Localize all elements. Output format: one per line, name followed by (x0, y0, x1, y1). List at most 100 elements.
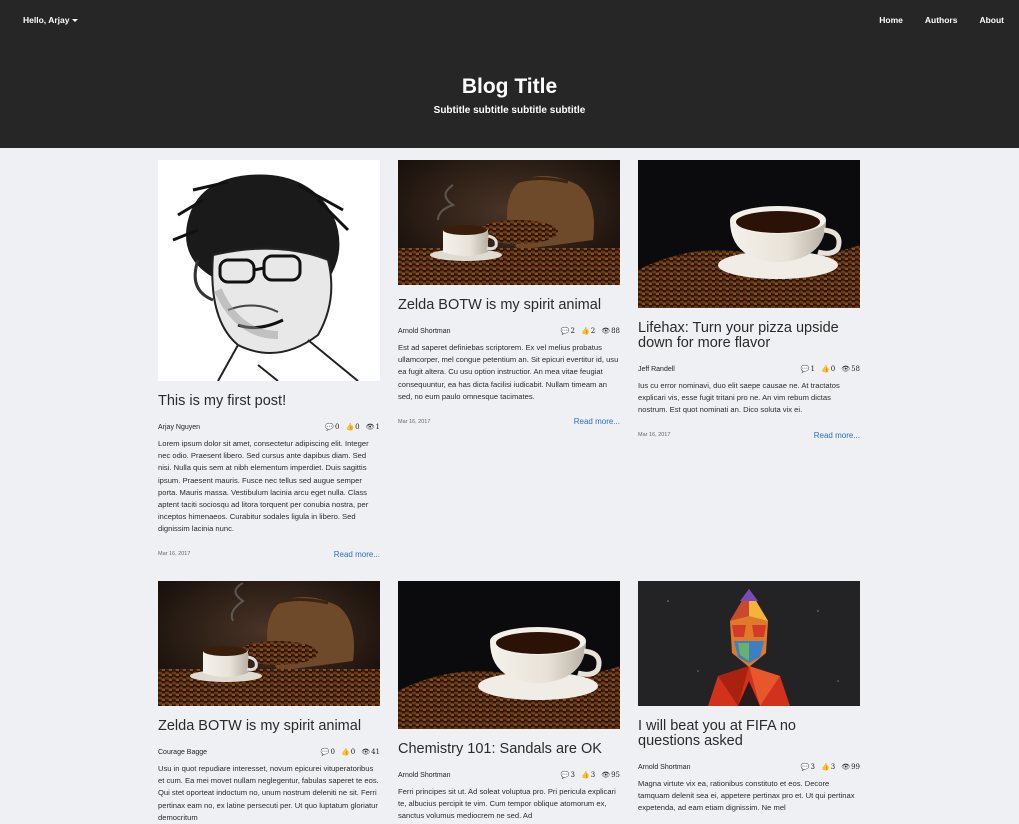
comment-count: 3 (570, 771, 575, 779)
post-thumbnail[interactable] (638, 581, 860, 706)
post-title[interactable]: Chemistry 101: Sandals are OK (398, 742, 620, 757)
post-excerpt: Ferri principes sit ut. Ad soleat volupt… (398, 787, 616, 821)
blog-subtitle: Subtitle subtitle subtitle subtitle (433, 105, 586, 116)
thumbs-up-icon: 👍 (821, 763, 830, 771)
blog-title: Blog Title (461, 75, 558, 98)
thumbs-up-icon: 👍 (345, 423, 355, 431)
eye-icon: 👁 (841, 365, 851, 373)
view-count: 88 (611, 327, 620, 335)
post-excerpt: Lorem ipsum dolor sit amet, consectetur … (158, 439, 369, 534)
top-nav: Home Authors About (857, 15, 1004, 25)
like-count: 3 (830, 763, 836, 771)
thumbs-up-icon: 👍 (341, 748, 350, 756)
sketch-portrait-image (158, 160, 380, 381)
post-author: Courage Bagge (158, 748, 208, 756)
post-meta: Jeff Randell 💬 1 👍 0 👁 58 (638, 365, 860, 373)
view-count: 99 (851, 763, 860, 771)
post-author: Jeff Randell (638, 365, 675, 373)
post-meta: Arnold Shortman 💬 2 👍 2 👁 88 (398, 327, 620, 335)
nav-about-link[interactable]: About (979, 15, 1004, 25)
eye-icon: 👁 (361, 748, 371, 756)
post-author: Arnold Shortman (398, 327, 451, 335)
comment-icon: 💬 (320, 748, 330, 756)
post-card: Lifehax: Turn your pizza upside down for… (638, 160, 860, 440)
post-excerpt: Est ad saperet definiebas scriptorem. Ex… (398, 343, 619, 401)
eye-icon: 👁 (601, 771, 611, 779)
post-thumbnail[interactable] (158, 581, 380, 706)
comment-count: 0 (330, 748, 335, 756)
thumbs-up-icon: 👍 (821, 365, 830, 373)
post-meta: Arjay Nguyen 💬 0 👍 0 👁 1 (158, 423, 380, 431)
like-count: 0 (350, 748, 356, 756)
post-card: I will beat you at FIFA no questions ask… (638, 581, 860, 815)
view-count: 1 (375, 423, 380, 431)
like-count: 2 (590, 327, 596, 335)
post-author: Arnold Shortman (638, 763, 691, 771)
coffee-cup-image (638, 160, 860, 308)
post-thumbnail[interactable] (158, 160, 380, 381)
post-title[interactable]: This is my first post! (158, 394, 380, 409)
post-title[interactable]: Zelda BOTW is my spirit animal (398, 298, 620, 313)
like-count: 3 (590, 771, 596, 779)
view-count: 41 (371, 748, 380, 756)
nav-home-link[interactable]: Home (879, 15, 903, 25)
like-count: 0 (355, 423, 360, 431)
post-stats: 💬 1 👍 0 👁 58 (801, 365, 860, 373)
view-count: 58 (851, 365, 860, 373)
comment-count: 3 (810, 763, 815, 771)
post-thumbnail[interactable] (638, 160, 860, 308)
post-title[interactable]: Lifehax: Turn your pizza upside down for… (638, 321, 860, 351)
comment-icon: 💬 (800, 763, 810, 771)
post-date: Mar 16, 2017 (398, 418, 431, 425)
coffee-sack-image (158, 581, 380, 706)
post-meta: Arnold Shortman 💬 3 👍 3 👁 99 (638, 763, 860, 771)
post-meta: Arnold Shortman 💬 3 👍 3 👁 95 (398, 771, 620, 779)
post-footer: Mar 16, 2017 Read more... (158, 550, 380, 559)
post-meta: Courage Bagge 💬 0 👍 0 👁 41 (158, 748, 380, 756)
comment-count: 2 (570, 327, 575, 335)
user-menu-dropdown[interactable]: Hello, Arjay (23, 15, 79, 25)
post-card: Zelda BOTW is my spirit animal Courage B… (158, 581, 380, 824)
comment-icon: 💬 (560, 771, 570, 779)
polygon-starlord-image (638, 581, 860, 706)
thumbs-up-icon: 👍 (581, 771, 590, 779)
post-footer: Mar 16, 2017 Read more... (398, 417, 620, 426)
post-stats: 💬 0 👍 0 👁 1 (325, 423, 380, 431)
post-excerpt: Ius cu error nominavi, duo elit saepe ca… (638, 381, 840, 415)
caret-down-icon (72, 19, 79, 23)
user-greeting: Hello, Arjay (23, 15, 70, 25)
eye-icon: 👁 (601, 327, 611, 335)
post-stats: 💬 2 👍 2 👁 88 (561, 327, 620, 335)
post-footer: Mar 16, 2017 Read more... (638, 431, 860, 440)
post-title[interactable]: Zelda BOTW is my spirit animal (158, 719, 380, 734)
post-card: Chemistry 101: Sandals are OK Arnold Sho… (398, 581, 620, 823)
post-stats: 💬 3 👍 3 👁 95 (561, 771, 620, 779)
read-more-link[interactable]: Read more... (574, 417, 620, 426)
post-date: Mar 16, 2017 (638, 432, 671, 439)
coffee-cup-image (398, 581, 620, 729)
blog-header: Hello, Arjay Home Authors About Blog Tit… (0, 0, 1019, 148)
post-author: Arjay Nguyen (158, 423, 201, 431)
read-more-link[interactable]: Read more... (814, 431, 860, 440)
nav-authors-link[interactable]: Authors (925, 15, 958, 25)
post-stats: 💬 0 👍 0 👁 41 (321, 748, 380, 756)
comment-icon: 💬 (560, 327, 570, 335)
eye-icon: 👁 (841, 763, 851, 771)
read-more-link[interactable]: Read more... (334, 550, 380, 559)
thumbs-up-icon: 👍 (581, 327, 590, 335)
comment-count: 1 (810, 365, 815, 373)
post-card: This is my first post! Arjay Nguyen 💬 0 👍… (158, 160, 380, 559)
comment-icon: 💬 (800, 365, 810, 373)
post-thumbnail[interactable] (398, 160, 620, 285)
like-count: 0 (830, 365, 836, 373)
post-stats: 💬 3 👍 3 👁 99 (801, 763, 860, 771)
comment-icon: 💬 (325, 423, 334, 431)
comment-count: 0 (334, 423, 340, 431)
post-card: Zelda BOTW is my spirit animal Arnold Sh… (398, 160, 620, 426)
post-date: Mar 16, 2017 (158, 551, 191, 558)
coffee-sack-image (398, 160, 620, 285)
post-thumbnail[interactable] (398, 581, 620, 729)
eye-icon: 👁 (365, 423, 375, 431)
post-title[interactable]: I will beat you at FIFA no questions ask… (638, 719, 860, 749)
post-author: Arnold Shortman (398, 771, 451, 779)
